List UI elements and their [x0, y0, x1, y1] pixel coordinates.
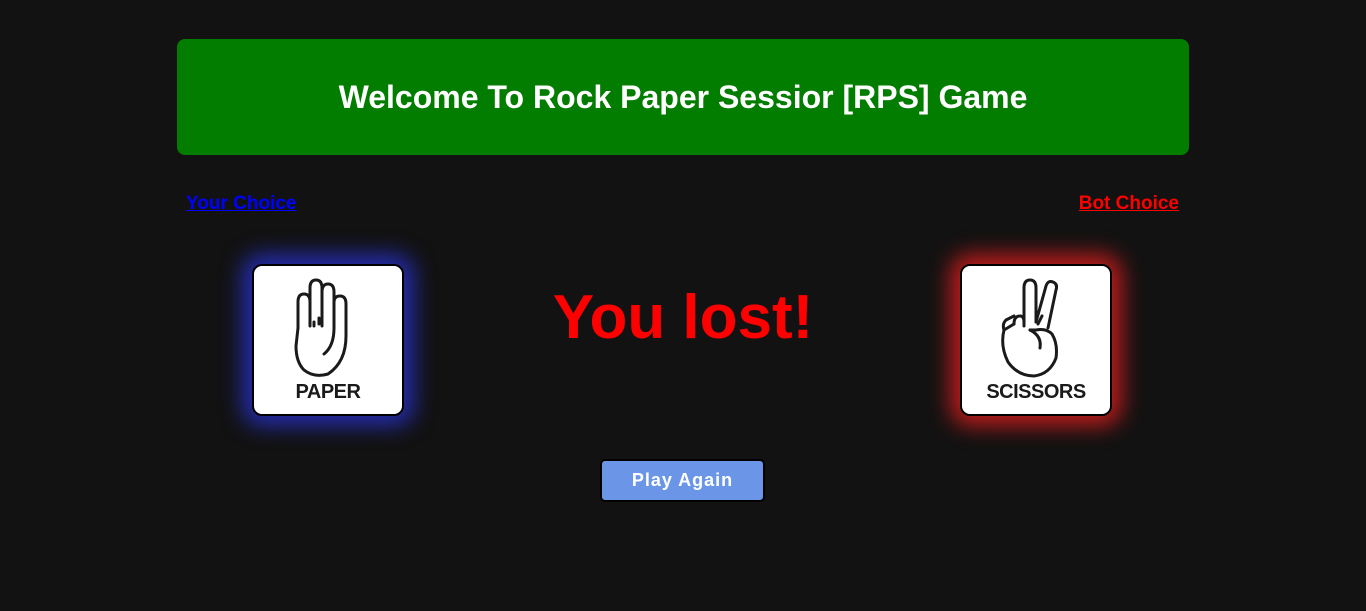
user-choice-name: PAPER	[295, 381, 361, 403]
bot-choice-label[interactable]: Bot Choice	[1079, 193, 1179, 215]
game-header: Welcome To Rock Paper Sessior [RPS] Game	[177, 39, 1189, 155]
bot-choice-name: SCISSORS	[986, 381, 1086, 403]
result-message: You lost!	[552, 283, 814, 352]
play-again-button[interactable]: Play Again	[600, 459, 765, 502]
user-choice-card: PAPER	[252, 264, 404, 416]
game-title: Welcome To Rock Paper Sessior [RPS] Game	[338, 78, 1028, 115]
your-choice-label[interactable]: Your Choice	[186, 193, 297, 215]
bot-choice-card: SCISSORS	[960, 264, 1112, 416]
